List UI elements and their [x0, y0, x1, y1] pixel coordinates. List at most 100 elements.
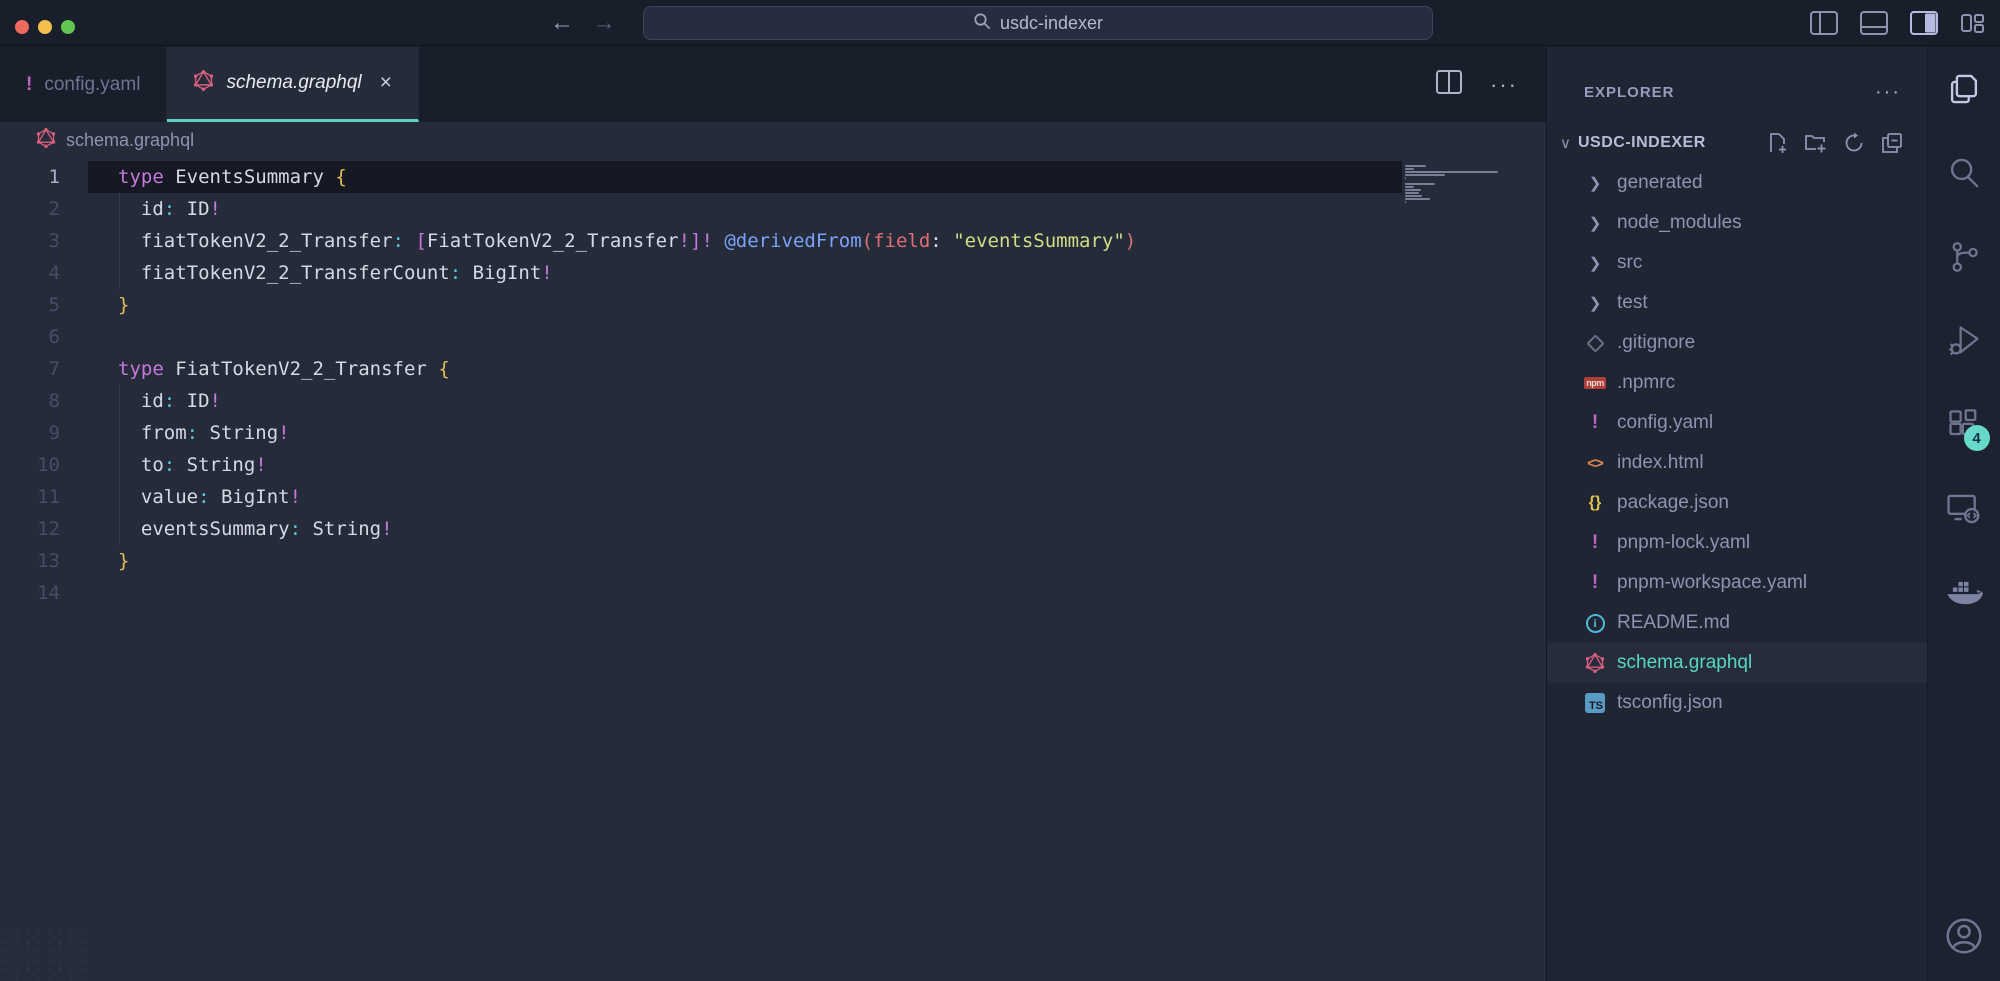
code-text: id: ID! [88, 193, 1402, 225]
tab-label: config.yaml [44, 74, 140, 96]
code-text: value: BigInt! [88, 481, 1402, 513]
yaml-file-icon: ! [1583, 572, 1607, 594]
tree-file-package-json[interactable]: {}package.json [1547, 483, 1927, 523]
explorer-more-actions-icon[interactable]: ··· [1875, 82, 1901, 102]
tab-schema-graphql[interactable]: schema.graphql × [167, 47, 418, 122]
minimap-line [1405, 189, 1421, 191]
tree-item-label: tsconfig.json [1617, 692, 1723, 714]
line-number: 14 [0, 577, 88, 609]
toggle-panel-icon[interactable] [1860, 11, 1888, 35]
minimap-line [1405, 177, 1406, 179]
code-line[interactable]: 2 id: ID! [0, 193, 1546, 225]
line-number: 12 [0, 513, 88, 545]
tree-file-pnpm-lock-yaml[interactable]: !pnpm-lock.yaml [1547, 523, 1927, 563]
toggle-secondary-sidebar-icon[interactable] [1910, 11, 1938, 35]
search-icon [973, 12, 991, 35]
code-line[interactable]: 6 [0, 321, 1546, 353]
code-line[interactable]: 1type EventsSummary { [0, 161, 1546, 193]
tree-file-tsconfig-json[interactable]: TS tsconfig.json [1547, 683, 1927, 723]
npm-file-icon: npm [1583, 377, 1607, 390]
explorer-view-icon[interactable] [1928, 47, 2000, 131]
tree-item-label: config.yaml [1617, 412, 1713, 434]
search-view-icon[interactable] [1928, 131, 2000, 215]
remote-explorer-view-icon[interactable] [1928, 467, 2000, 551]
tree-item-label: pnpm-lock.yaml [1617, 532, 1750, 554]
minimize-window-button[interactable] [38, 20, 52, 34]
git-file-icon [1583, 337, 1607, 350]
run-debug-view-icon[interactable] [1928, 299, 2000, 383]
account-icon[interactable] [1928, 891, 2000, 981]
code-text: fiatTokenV2_2_TransferCount: BigInt! [88, 257, 1402, 289]
json-file-icon: {} [1583, 494, 1607, 512]
tree-file-pnpm-workspace-yaml[interactable]: !pnpm-workspace.yaml [1547, 563, 1927, 603]
line-number: 11 [0, 481, 88, 513]
tab-config-yaml[interactable]: ! config.yaml [0, 47, 167, 122]
code-line[interactable]: 10 to: String! [0, 449, 1546, 481]
navigate-forward-button[interactable]: → [592, 11, 616, 35]
tree-item-label: .gitignore [1617, 332, 1695, 354]
tree-file--npmrc[interactable]: npm.npmrc [1547, 363, 1927, 403]
command-center-search[interactable]: usdc-indexer [643, 6, 1433, 40]
tree-file--gitignore[interactable]: .gitignore [1547, 323, 1927, 363]
tree-folder-node-modules[interactable]: ❯node_modules [1547, 203, 1927, 243]
watermark-dots [0, 929, 88, 981]
line-number: 3 [0, 225, 88, 257]
workspace-section-header[interactable]: ∨ USDC-INDEXER [1547, 123, 1927, 163]
customize-layout-icon[interactable] [1960, 11, 1986, 35]
minimap-line [1405, 186, 1414, 188]
indent-guide [119, 385, 120, 545]
code-line[interactable]: 11 value: BigInt! [0, 481, 1546, 513]
code-line[interactable]: 3 fiatTokenV2_2_Transfer: [FiatTokenV2_2… [0, 225, 1546, 257]
tree-file-config-yaml[interactable]: ! config.yaml [1547, 403, 1927, 443]
code-line[interactable]: 9 from: String! [0, 417, 1546, 449]
line-number: 6 [0, 321, 88, 353]
new-folder-icon[interactable] [1804, 132, 1827, 154]
tree-file-index-html[interactable]: <>index.html [1547, 443, 1927, 483]
code-line[interactable]: 5} [0, 289, 1546, 321]
source-control-view-icon[interactable] [1928, 215, 2000, 299]
close-tab-icon[interactable]: × [380, 71, 392, 95]
code-line[interactable]: 12 eventsSummary: String! [0, 513, 1546, 545]
tree-file-readme-md[interactable]: iREADME.md [1547, 603, 1927, 643]
code-line[interactable]: 4 fiatTokenV2_2_TransferCount: BigInt! [0, 257, 1546, 289]
code-line[interactable]: 8 id: ID! [0, 385, 1546, 417]
code-text: fiatTokenV2_2_Transfer: [FiatTokenV2_2_T… [88, 225, 1402, 257]
code-editor[interactable]: 1type EventsSummary {2 id: ID!3 fiatToke… [0, 159, 1546, 609]
minimap[interactable] [1405, 165, 1505, 207]
breadcrumb[interactable]: schema.graphql [0, 122, 1546, 159]
refresh-icon[interactable] [1843, 132, 1865, 154]
collapse-all-icon[interactable] [1881, 132, 1903, 154]
ts-file-icon: TS [1583, 693, 1607, 713]
code-line[interactable]: 14 [0, 577, 1546, 609]
docker-view-icon[interactable] [1928, 551, 2000, 635]
toggle-primary-sidebar-icon[interactable] [1810, 11, 1838, 35]
tree-folder-generated[interactable]: ❯ generated [1547, 163, 1927, 203]
traffic-lights [15, 20, 75, 34]
tree-file-schema-graphql[interactable]: schema.graphql [1547, 643, 1927, 683]
extensions-view-icon[interactable]: 4 [1928, 383, 2000, 467]
navigate-back-button[interactable]: ← [550, 11, 574, 35]
tree-folder-test[interactable]: ❯test [1547, 283, 1927, 323]
code-line[interactable]: 13} [0, 545, 1546, 577]
search-value: usdc-indexer [1000, 13, 1103, 34]
line-number: 1 [0, 161, 88, 193]
chevron-right-icon: ❯ [1583, 174, 1607, 192]
yaml-file-icon: ! [26, 74, 32, 96]
tree-folder-src[interactable]: ❯src [1547, 243, 1927, 283]
code-text: type FiatTokenV2_2_Transfer { [88, 353, 1402, 385]
split-editor-icon[interactable] [1436, 70, 1462, 99]
indent-guide [119, 193, 120, 289]
line-number: 5 [0, 289, 88, 321]
code-text: type EventsSummary { [88, 161, 1402, 193]
tab-label: schema.graphql [226, 72, 361, 94]
code-line[interactable]: 7type FiatTokenV2_2_Transfer { [0, 353, 1546, 385]
close-window-button[interactable] [15, 20, 29, 34]
yaml-file-icon: ! [1583, 412, 1607, 434]
new-file-icon[interactable] [1766, 132, 1788, 154]
zoom-window-button[interactable] [61, 20, 75, 34]
breadcrumb-item: schema.graphql [66, 130, 194, 151]
tree-item-label: generated [1617, 172, 1703, 194]
tree-item-label: test [1617, 292, 1648, 314]
more-actions-icon[interactable]: ··· [1490, 74, 1518, 96]
code-text: id: ID! [88, 385, 1402, 417]
